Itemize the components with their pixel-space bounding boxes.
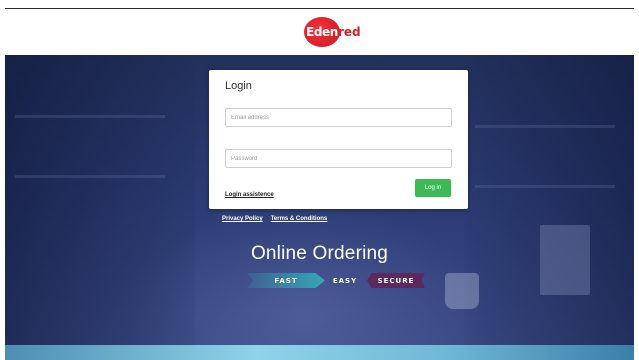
mug-shape xyxy=(445,273,479,309)
header: Eden red xyxy=(0,9,639,55)
legal-links: Privacy Policy Terms & Conditions xyxy=(222,216,327,222)
shelf-line xyxy=(15,175,165,178)
login-assistance-link[interactable]: Login assistence xyxy=(225,192,274,198)
shelf-line xyxy=(15,115,165,118)
badge-fast: FAST xyxy=(247,273,325,288)
badge-secure: SECURE xyxy=(367,273,425,288)
email-field[interactable] xyxy=(225,108,452,127)
shelf-line xyxy=(475,125,615,128)
logo-text-red: red xyxy=(338,25,361,39)
bottom-banner xyxy=(5,345,634,360)
badge-easy: EASY xyxy=(332,276,358,285)
logo-text-eden: Eden xyxy=(306,25,338,39)
login-card: Login Log in Login assistence xyxy=(209,70,468,209)
logo-blob: Eden xyxy=(304,17,340,47)
tagline: Online Ordering xyxy=(250,243,389,264)
feature-ribbons: FAST EASY SECURE xyxy=(247,273,427,288)
edenred-logo-icon[interactable]: Eden red xyxy=(304,15,374,49)
terms-conditions-link[interactable]: Terms & Conditions xyxy=(271,216,328,222)
bookshelf-left xyxy=(5,55,195,345)
shelf-line xyxy=(475,185,615,188)
password-field[interactable] xyxy=(225,149,452,168)
privacy-policy-link[interactable]: Privacy Policy xyxy=(222,216,263,222)
bookshelf-right xyxy=(464,55,634,345)
login-title: Login xyxy=(225,80,252,92)
login-button[interactable]: Log in xyxy=(415,179,451,197)
